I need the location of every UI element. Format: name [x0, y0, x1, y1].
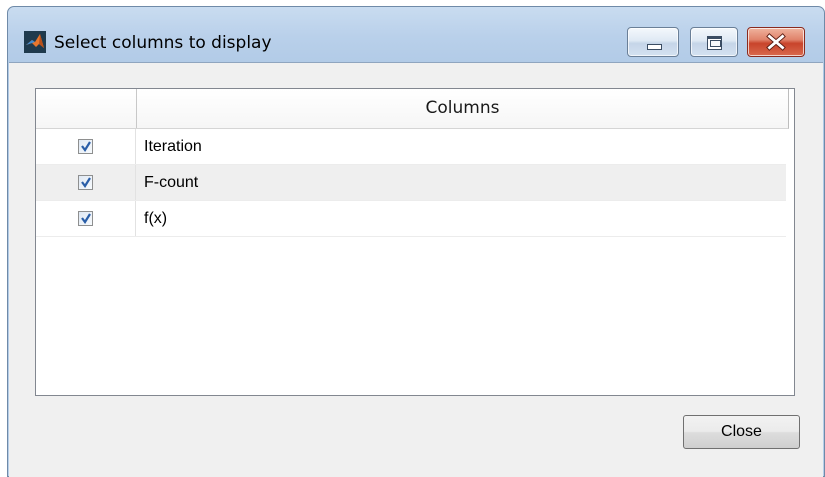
table-row: f(x): [36, 201, 786, 237]
matlab-logo-icon: [24, 31, 46, 53]
minimize-icon: [647, 44, 662, 50]
checkbox-cell: [36, 129, 136, 164]
checkbox-cell: [36, 165, 136, 200]
table-header: Columns: [36, 89, 789, 129]
dialog-content: Columns Iteration F-count f(x) Close: [9, 62, 823, 477]
column-name: Iteration: [144, 137, 202, 155]
column-name: f(x): [144, 209, 168, 227]
close-button[interactable]: Close: [683, 415, 800, 449]
columns-column-header[interactable]: Columns: [137, 89, 788, 128]
iteration-checkbox[interactable]: [78, 139, 93, 154]
fx-checkbox[interactable]: [78, 211, 93, 226]
window-title: Select columns to display: [54, 33, 272, 53]
f-count-checkbox[interactable]: [78, 175, 93, 190]
checkmark-icon: [81, 213, 91, 224]
checkbox-column-header: [36, 89, 137, 128]
minimize-button[interactable]: [627, 27, 679, 57]
checkmark-icon: [81, 177, 91, 188]
table-body: Iteration F-count f(x): [36, 129, 786, 237]
table-row: Iteration: [36, 129, 786, 165]
dialog-window: Select columns to display Columns Iterat…: [7, 6, 825, 477]
columns-table: Columns Iteration F-count f(x): [35, 88, 795, 396]
window-close-button[interactable]: [747, 27, 805, 57]
close-icon: [766, 33, 786, 51]
maximize-button[interactable]: [690, 27, 738, 57]
column-name: F-count: [144, 173, 199, 191]
table-row: F-count: [36, 165, 786, 201]
checkbox-cell: [36, 201, 136, 236]
maximize-icon: [707, 36, 722, 50]
checkmark-icon: [81, 141, 91, 152]
